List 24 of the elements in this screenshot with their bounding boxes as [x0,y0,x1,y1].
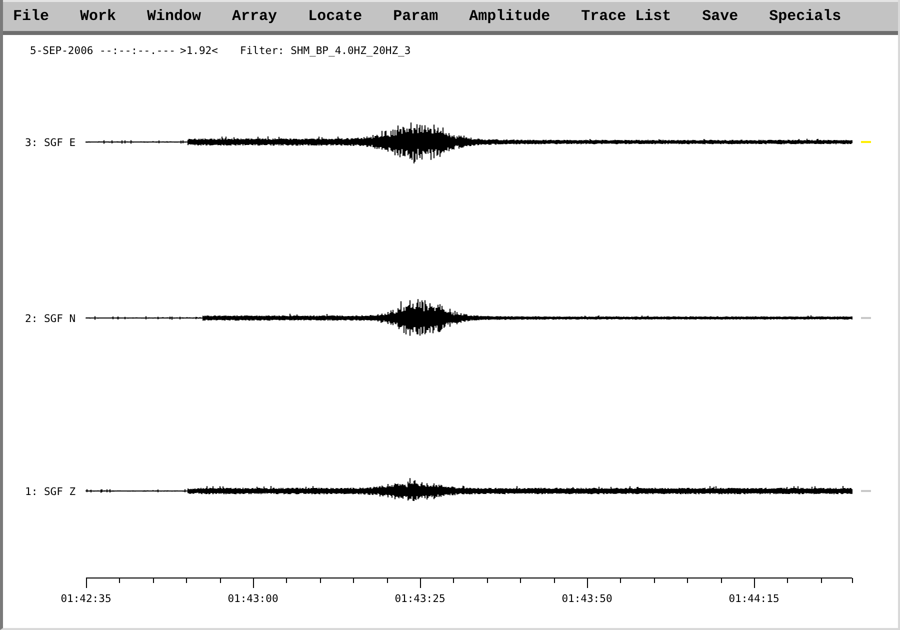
menu-item[interactable]: Array [232,9,278,24]
menu-item[interactable]: Locate [308,9,362,24]
scale-text: >1.92< [180,45,218,57]
menu-item[interactable]: Window [147,9,202,24]
time-tick-label: 01:44:15 [728,593,780,605]
menu-item[interactable]: File [13,9,50,24]
time-tick-label: 01:43:00 [228,593,278,605]
trace-label: 2: SGF N [25,313,76,325]
menu-item[interactable]: Param [393,9,438,24]
trace-label: 3: SGF E [25,137,76,149]
menu-item[interactable]: Trace List [581,9,672,24]
menu-item[interactable]: Amplitude [469,9,550,24]
trace-label: 1: SGF Z [25,486,76,498]
menu-item[interactable]: Save [702,9,738,24]
date-time-text: 5-SEP-2006 --:--:--.--- [30,45,176,57]
time-tick-label: 01:42:35 [60,593,112,605]
trace-marker[interactable] [861,141,871,143]
trace-marker[interactable] [861,490,871,492]
menu-item[interactable]: Work [80,9,116,24]
time-tick-label: 01:43:50 [562,593,612,605]
menu-item[interactable]: Specials [769,9,842,24]
filter-text: Filter: SHM_BP_4.0HZ_20HZ_3 [240,45,411,57]
trace-marker[interactable] [861,317,871,319]
time-tick-label: 01:43:25 [394,593,446,605]
